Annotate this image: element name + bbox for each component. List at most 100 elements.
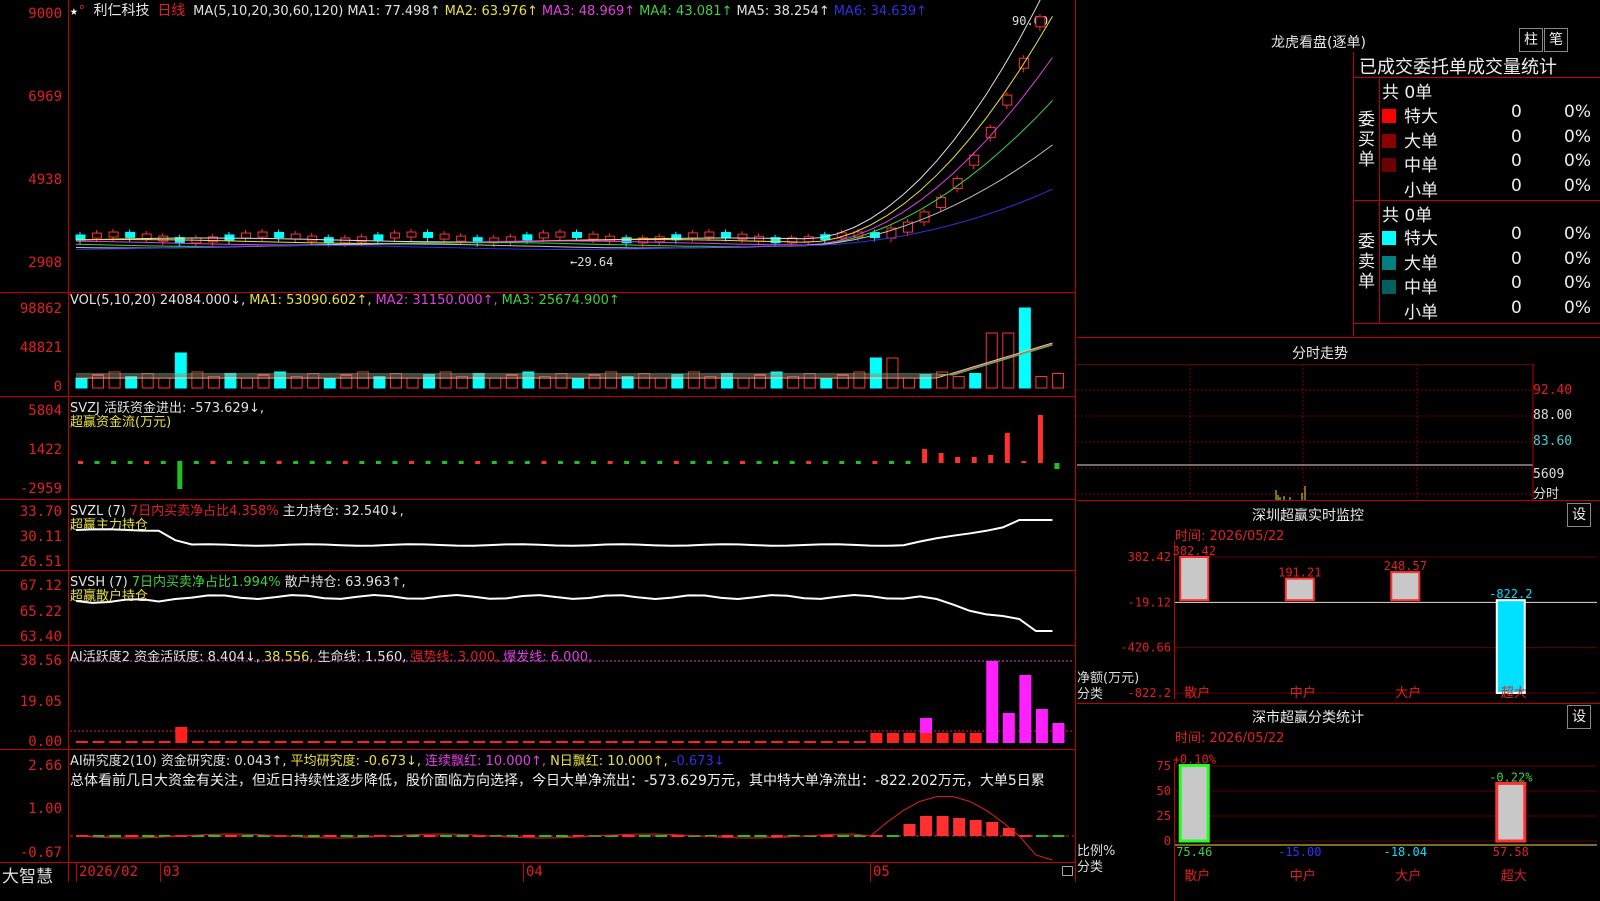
research-bar xyxy=(655,835,668,837)
research-bar xyxy=(208,835,221,837)
color-swatch xyxy=(1382,182,1396,197)
legend-item: AI研究度2(10) 资金研究度: 0.043↑, xyxy=(70,754,287,769)
flow-bar xyxy=(905,461,911,464)
research-bar xyxy=(886,835,899,837)
monitor-bar xyxy=(1390,571,1421,602)
research-bar xyxy=(622,835,635,837)
volume-bar xyxy=(886,357,899,389)
order-row-pct: 0% xyxy=(1564,175,1591,196)
research-bar xyxy=(555,835,568,837)
volume-bar xyxy=(241,377,253,389)
intraday-chart[interactable] xyxy=(1077,364,1537,500)
flow-bar xyxy=(226,461,232,464)
volume-bar xyxy=(737,377,750,389)
burst-bar xyxy=(1052,723,1065,743)
volume-chart[interactable] xyxy=(70,293,1074,396)
order-row: 特大 0 0% xyxy=(1382,224,1600,249)
x-axis-label: 04 xyxy=(526,864,543,880)
svsh-chart[interactable] xyxy=(70,571,1074,645)
svzl-chart[interactable] xyxy=(70,500,1074,570)
sz-monitor-chart[interactable]: 382.42 -19.12 -420.66 -822.2 382.42 散户 191.21 中… xyxy=(1077,541,1600,703)
candle xyxy=(1002,94,1013,106)
svsh-y-label: 63.40 xyxy=(19,629,62,645)
bar-value-label: -15.00 xyxy=(1278,845,1321,859)
ma-line xyxy=(75,0,1041,243)
burst-bar xyxy=(986,661,999,743)
svzj-y-label: 5804 xyxy=(28,403,62,419)
flow-bar xyxy=(789,461,795,464)
candle xyxy=(389,232,400,239)
flow-bar xyxy=(458,461,464,464)
volume-bar xyxy=(969,373,982,389)
flow-bar xyxy=(673,461,679,464)
intraday-panel[interactable]: 分时走势 92.40 88.00 83.60 5609 分时 xyxy=(1077,337,1600,502)
candle xyxy=(406,231,417,238)
volume-bar xyxy=(158,377,171,389)
sz-class-axis-sub: 分类 xyxy=(1077,860,1104,875)
flow-bar xyxy=(160,461,166,464)
activity-bar xyxy=(489,741,502,743)
sz-monitor-settings-button[interactable]: 设 xyxy=(1567,503,1591,527)
bar-mode-button[interactable]: 柱 xyxy=(1519,28,1543,52)
monitor-bar xyxy=(1495,599,1526,694)
volume-bar xyxy=(903,377,915,389)
candle xyxy=(108,231,119,238)
candle xyxy=(456,235,467,242)
volume-bar xyxy=(323,377,336,389)
lock-icon[interactable] xyxy=(1062,866,1073,876)
volume-bar xyxy=(406,377,419,389)
right-panel: 龙虎看盘(逐单) 柱 笔 已成交委托单成交量统计 委买单 共 0单 特大 0 0% 大… xyxy=(1077,0,1600,901)
flow-bar xyxy=(425,461,431,464)
order-row-count: 0 xyxy=(1511,102,1522,122)
intraday-y-label: 88.00 xyxy=(1533,408,1573,423)
research-bar xyxy=(920,816,933,836)
svsh-panel: 67.12 65.22 63.40 SVSH (7) 7日内买卖净占比1.994%… xyxy=(0,571,1076,645)
candle xyxy=(555,231,566,238)
vol-y-label: 48821 xyxy=(19,340,62,356)
research-bar xyxy=(953,818,966,836)
order-row: 中单 0 0% xyxy=(1382,273,1600,298)
ai-active-chart[interactable] xyxy=(70,646,1074,749)
category-label: 散户 xyxy=(1184,685,1210,701)
tick-mode-button[interactable]: 笔 xyxy=(1544,28,1568,52)
burst-bar xyxy=(1035,709,1048,743)
order-row: 小单 0 0% xyxy=(1382,298,1600,323)
order-row-count: 0 xyxy=(1511,175,1522,196)
research-bar xyxy=(1019,835,1032,837)
ai-research-y-label: 2.66 xyxy=(28,758,62,774)
flow-bar xyxy=(888,461,894,464)
order-row-label: 小单 xyxy=(1404,180,1438,201)
main-chart-area[interactable]: 9000 6969 4938 2908 ★° 利仁科技 日线 MA(5,10,2… xyxy=(0,0,1076,887)
activity-bar xyxy=(589,741,602,743)
flow-bar xyxy=(922,449,928,463)
candle xyxy=(522,234,533,241)
volume-panel: 98862 48821 0 VOL(5,10,20) 24084.000↓, MA1… xyxy=(0,293,1076,396)
ai-research-chart[interactable] xyxy=(70,790,1074,862)
sz-class-settings-button[interactable]: 设 xyxy=(1567,705,1591,729)
activity-bar xyxy=(274,741,287,743)
activity-bar xyxy=(258,741,271,743)
ai-active-panel: 38.56 19.05 0.00 AI活跃度2 资金活跃度: 8.404↓, 38… xyxy=(0,646,1076,750)
candle xyxy=(439,233,450,240)
order-row: 小单 0 0% xyxy=(1382,175,1600,201)
flow-bar xyxy=(557,461,563,464)
flow-bar xyxy=(574,461,580,464)
category-label: 中户 xyxy=(1290,685,1316,701)
research-bar xyxy=(1035,835,1048,837)
research-bar xyxy=(936,816,949,836)
activity-bar xyxy=(787,741,800,743)
flow-bar xyxy=(756,461,762,464)
candlestick-chart[interactable] xyxy=(70,0,1074,292)
sz-class-chart[interactable]: 75 50 25 0 75.46 +0.10% 散户 -15.00 中户 -18.04 大户 57.5… xyxy=(1077,744,1600,901)
volume-bar xyxy=(919,374,932,389)
price-y-label: 2908 xyxy=(28,255,62,271)
change-label: -0.22% xyxy=(1489,770,1533,784)
bar-value-label: 382.42 xyxy=(1173,544,1216,558)
svzj-chart[interactable] xyxy=(70,397,1074,499)
x-axis-label: 03 xyxy=(163,864,180,880)
flow-bar xyxy=(723,461,729,464)
flow-bar xyxy=(508,461,514,464)
candle xyxy=(572,231,582,238)
order-row-pct: 0% xyxy=(1564,126,1591,147)
research-bar xyxy=(638,835,651,837)
